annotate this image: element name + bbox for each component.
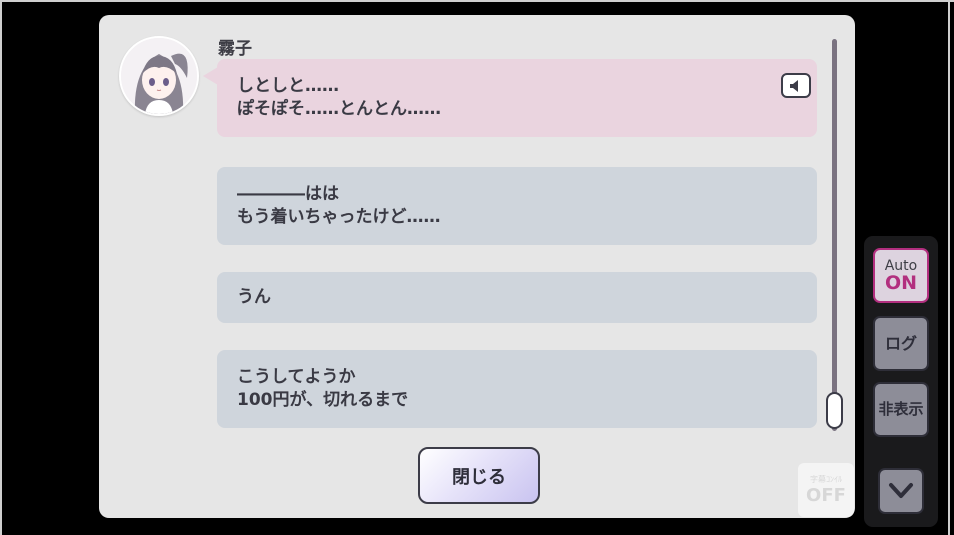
log-entry-current: しとしと…… ぽそぽそ……とんとん……: [217, 59, 817, 137]
log-entry-line: こうしてようか: [237, 367, 356, 387]
speaker-name: 霧子: [218, 39, 252, 59]
log-entry-line: ぽそぽそ……とんとん……: [237, 99, 441, 119]
subtitle-toggle-label: 字幕ｺﾝｲﾙ: [810, 474, 842, 484]
speaker-avatar: [119, 36, 199, 116]
log-entry-line: うん: [237, 287, 271, 307]
auto-button[interactable]: Auto ON: [873, 248, 929, 303]
subtitle-toggle-state: OFF: [806, 484, 846, 506]
speaker-icon: [790, 79, 798, 92]
frame-line-right: [948, 0, 950, 535]
hide-ui-button[interactable]: 非表示: [873, 382, 929, 437]
log-entry: ――――はは もう着いちゃったけど……: [217, 167, 817, 245]
scrollbar-track[interactable]: [832, 39, 837, 431]
bubble-tail: [203, 67, 218, 85]
log-entry: こうしてようか 100円が、切れるまで: [217, 350, 817, 428]
side-menu: Auto ON ログ 非表示: [864, 236, 938, 527]
scrollbar-thumb[interactable]: [826, 392, 843, 429]
log-entry-line: ――――はは: [237, 184, 339, 204]
chevron-down-icon: [889, 483, 913, 498]
close-button[interactable]: 閉じる: [418, 447, 540, 504]
subtitle-toggle[interactable]: 字幕ｺﾝｲﾙ OFF: [798, 463, 854, 517]
backlog-panel: 霧子 しとしと…… ぽそぽそ……とんとん…… ――――はは もう着いちゃったけど…: [99, 15, 855, 518]
auto-state: ON: [884, 271, 918, 294]
collapse-menu-button[interactable]: [878, 468, 924, 514]
frame-line-left: [0, 0, 2, 535]
log-button[interactable]: ログ: [873, 316, 929, 371]
avatar-portrait: [121, 38, 197, 114]
auto-label: Auto: [884, 257, 918, 274]
log-entry-line: 100円が、切れるまで: [237, 390, 409, 410]
frame-line-top: [0, 0, 954, 2]
log-entry-line: しとしと……: [237, 76, 339, 96]
log-entry: うん: [217, 272, 817, 323]
voice-replay-button[interactable]: [781, 73, 811, 98]
log-entry-line: もう着いちゃったけど……: [237, 207, 441, 227]
